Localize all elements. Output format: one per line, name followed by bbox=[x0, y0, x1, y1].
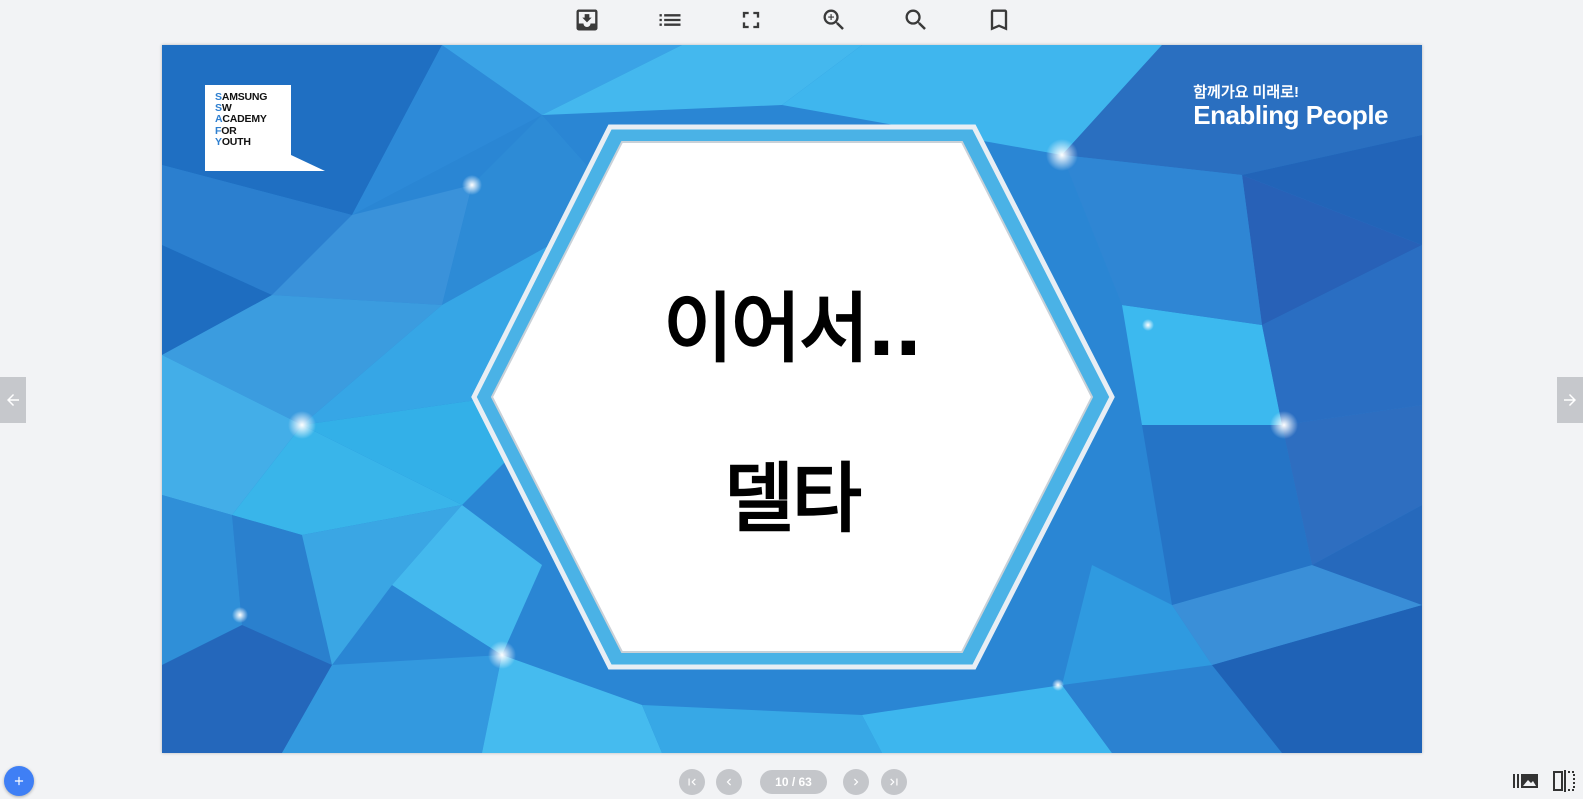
slide-title-line-2: 델타 bbox=[724, 454, 862, 543]
fullscreen-icon[interactable] bbox=[737, 6, 765, 34]
logo-line-5: YOUTH bbox=[215, 135, 251, 148]
previous-page-side-button[interactable] bbox=[0, 377, 26, 423]
chevron-left-icon bbox=[726, 778, 731, 786]
ssafy-logo: SAMSUNG SW ACADEMY FOR YOUTH bbox=[205, 85, 325, 171]
page-indicator[interactable]: 10 / 63 bbox=[760, 770, 827, 794]
bookmark-icon[interactable] bbox=[985, 6, 1013, 34]
top-toolbar bbox=[0, 0, 1583, 40]
first-page-icon bbox=[688, 778, 696, 786]
brand-slogan: 함께가요 미래로! Enabling People bbox=[1193, 81, 1388, 131]
outline-list-icon[interactable] bbox=[656, 6, 684, 34]
slide-title-line-1: 이어서.. bbox=[663, 284, 923, 373]
brand-title: Enabling People bbox=[1193, 100, 1388, 130]
next-page-button[interactable] bbox=[843, 769, 869, 795]
arrow-left-icon bbox=[7, 394, 19, 406]
zoom-in-icon[interactable] bbox=[820, 6, 848, 34]
plus-icon bbox=[14, 776, 24, 786]
last-page-button[interactable] bbox=[881, 769, 907, 795]
thumbnails-icon[interactable] bbox=[1512, 768, 1540, 794]
bottom-navigation: 10 / 63 bbox=[0, 760, 1583, 799]
first-page-button[interactable] bbox=[679, 769, 705, 795]
download-icon[interactable] bbox=[573, 6, 601, 34]
last-page-icon bbox=[890, 778, 898, 786]
prev-page-button[interactable] bbox=[716, 769, 742, 795]
brand-subtitle: 함께가요 미래로! bbox=[1193, 84, 1300, 101]
slide-page: SAMSUNG SW ACADEMY FOR YOUTH 함께가요 미래로! E… bbox=[162, 45, 1422, 753]
hexagon-frame bbox=[471, 124, 1115, 670]
search-icon[interactable] bbox=[902, 6, 930, 34]
page-layout-icon[interactable] bbox=[1551, 768, 1579, 794]
arrow-right-icon bbox=[1564, 394, 1576, 406]
chevron-right-icon bbox=[854, 778, 859, 786]
next-page-side-button[interactable] bbox=[1557, 377, 1583, 423]
add-button[interactable] bbox=[4, 766, 34, 796]
